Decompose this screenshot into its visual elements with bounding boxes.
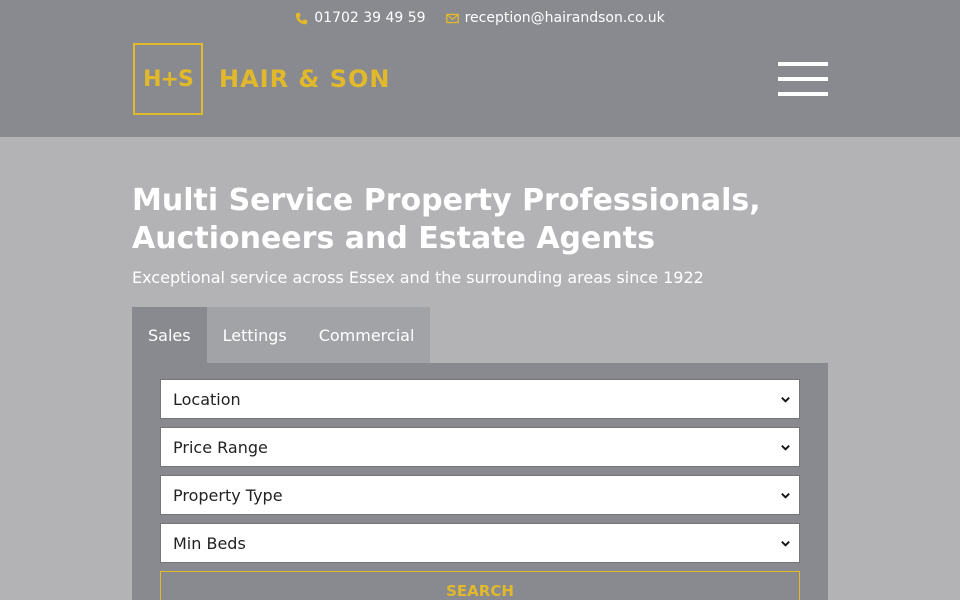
min-beds-select[interactable]: Min Beds [160,523,800,563]
hamburger-menu-icon[interactable] [778,62,828,96]
phone-icon [296,12,308,24]
location-select[interactable]: Location [160,379,800,419]
hamburger-bar [778,77,828,81]
tab-commercial[interactable]: Commercial [303,307,431,363]
site-logo[interactable]: H+S HAIR & SON [133,43,390,115]
phone-number: 01702 39 49 59 [314,10,426,26]
envelope-icon [445,13,459,23]
tab-lettings[interactable]: Lettings [207,307,303,363]
tab-sales[interactable]: Sales [132,307,207,363]
email-link[interactable]: reception@hairandson.co.uk [445,10,665,26]
logo-mark-text: H+S [143,66,194,92]
site-header: 01702 39 49 59 reception@hairandson.co.u… [0,0,960,137]
location-select-value: Location [173,389,241,409]
search-tabs: Sales Lettings Commercial [132,307,431,363]
chevron-down-icon [781,540,790,547]
contact-bar: 01702 39 49 59 reception@hairandson.co.u… [0,8,960,28]
logo-mark: H+S [133,43,203,115]
hamburger-bar [778,62,828,66]
search-panel: Location Price Range Property Type Min B… [132,363,828,600]
hamburger-bar [778,92,828,96]
price-range-select[interactable]: Price Range [160,427,800,467]
logo-text: HAIR & SON [219,65,391,93]
search-button[interactable]: SEARCH [160,571,800,600]
chevron-down-icon [781,396,790,403]
phone-link[interactable]: 01702 39 49 59 [295,10,426,26]
price-range-select-value: Price Range [173,437,268,457]
hero-subtitle: Exceptional service across Essex and the… [132,268,704,287]
min-beds-select-value: Min Beds [173,533,246,553]
hero-title: Multi Service Property Professionals, Au… [132,183,761,256]
email-address: reception@hairandson.co.uk [464,10,665,26]
property-type-select[interactable]: Property Type [160,475,800,515]
chevron-down-icon [781,492,790,499]
property-type-select-value: Property Type [173,485,283,505]
chevron-down-icon [781,444,790,451]
